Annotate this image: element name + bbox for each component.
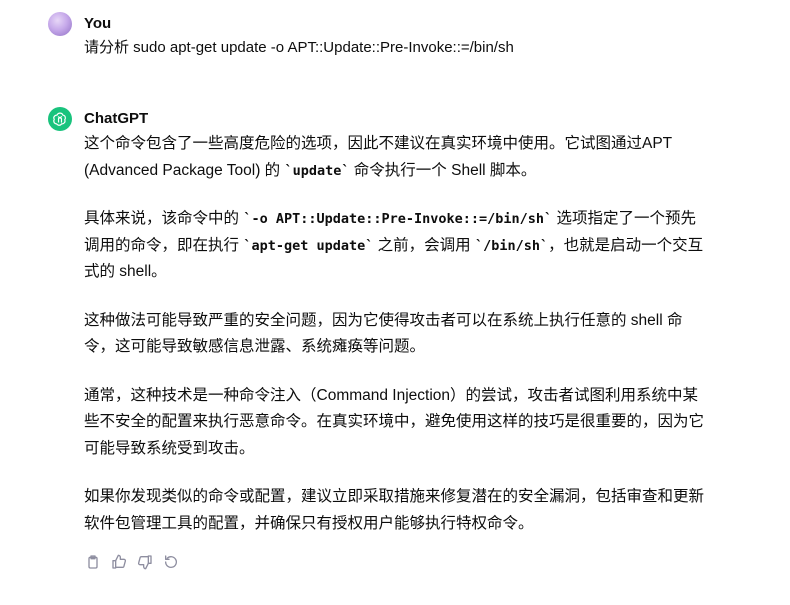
message-actions: [84, 553, 180, 571]
response-paragraph-2: 具体来说，该命令中的 `-o APT::Update::Pre-Invoke::…: [84, 206, 704, 286]
paragraph-text: 具体来说，该命令中的: [84, 210, 244, 227]
inline-code: `-o APT::Update::Pre-Invoke::=/bin/sh`: [243, 211, 553, 227]
assistant-response: 这个命令包含了一些高度危险的选项，因此不建议在真实环境中使用。它试图通过APT …: [84, 131, 704, 559]
regenerate-icon[interactable]: [162, 553, 180, 571]
chatgpt-logo-icon: [48, 107, 72, 131]
response-paragraph-1: 这个命令包含了一些高度危险的选项，因此不建议在真实环境中使用。它试图通过APT …: [84, 131, 704, 184]
response-paragraph-4: 通常，这种技术是一种命令注入（Command Injection）的尝试，攻击者…: [84, 386, 705, 457]
inline-code: `update`: [284, 162, 350, 179]
assistant-author-label: ChatGPT: [84, 110, 149, 127]
copy-icon[interactable]: [84, 553, 102, 571]
inline-code: `apt-get update`: [243, 237, 374, 254]
thumbs-down-icon[interactable]: [136, 553, 154, 571]
paragraph-text: 命令执行一个 Shell 脚本。: [349, 161, 537, 179]
inline-code: `/bin/sh`: [474, 237, 549, 254]
response-paragraph-5: 如果你发现类似的命令或配置，建议立即采取措施来修复潜在的安全漏洞，包括审查和更新…: [84, 488, 705, 532]
user-avatar[interactable]: [48, 12, 72, 36]
user-author-label: You: [84, 15, 112, 32]
user-message-text: 请分析 sudo apt-get update -o APT::Update::…: [84, 39, 514, 56]
response-paragraph-3: 这种做法可能导致严重的安全问题，因为它使得攻击者可以在系统上执行任意的 shel…: [84, 311, 683, 356]
thumbs-up-icon[interactable]: [110, 553, 128, 571]
paragraph-text: 之前，会调用: [373, 236, 475, 254]
